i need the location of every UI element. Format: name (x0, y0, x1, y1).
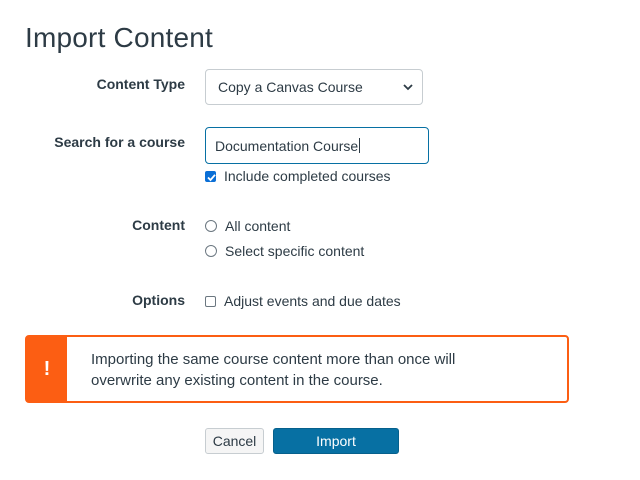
alert-message: Importing the same course content more t… (67, 337, 455, 401)
cancel-button[interactable]: Cancel (205, 428, 264, 454)
alert-line-1: Importing the same course content more t… (91, 351, 456, 368)
alert-line-2: overwrite any existing content in the co… (91, 372, 383, 389)
include-completed-checkbox[interactable] (205, 170, 216, 182)
search-course-input[interactable]: Documentation Course (205, 127, 429, 164)
exclamation-icon: ! (27, 337, 67, 401)
text-caret (359, 138, 361, 153)
content-type-select[interactable]: Copy a Canvas Course (205, 69, 423, 105)
content-label: Content (132, 217, 185, 233)
include-completed-option[interactable]: Include completed courses (205, 168, 391, 184)
select-specific-label: Select specific content (225, 243, 365, 259)
page-title: Import Content (25, 22, 213, 53)
include-completed-label: Include completed courses (224, 168, 391, 184)
chevron-down-icon (403, 84, 413, 91)
content-option-specific[interactable]: Select specific content (205, 243, 364, 259)
select-specific-radio[interactable] (205, 245, 217, 257)
adjust-dates-checkbox[interactable] (205, 295, 216, 307)
adjust-dates-label: Adjust events and due dates (224, 293, 401, 309)
warning-alert: ! Importing the same course content more… (25, 335, 569, 403)
import-button[interactable]: Import (273, 428, 399, 454)
content-option-all[interactable]: All content (205, 218, 290, 234)
options-label: Options (132, 292, 185, 308)
search-course-value: Documentation Course (215, 137, 359, 154)
all-content-radio[interactable] (205, 220, 217, 232)
checkmark-icon (207, 173, 216, 181)
adjust-dates-option[interactable]: Adjust events and due dates (205, 293, 401, 309)
content-type-label: Content Type (96, 76, 185, 92)
all-content-label: All content (225, 218, 291, 234)
search-course-label: Search for a course (54, 134, 185, 150)
content-type-value: Copy a Canvas Course (218, 79, 363, 95)
